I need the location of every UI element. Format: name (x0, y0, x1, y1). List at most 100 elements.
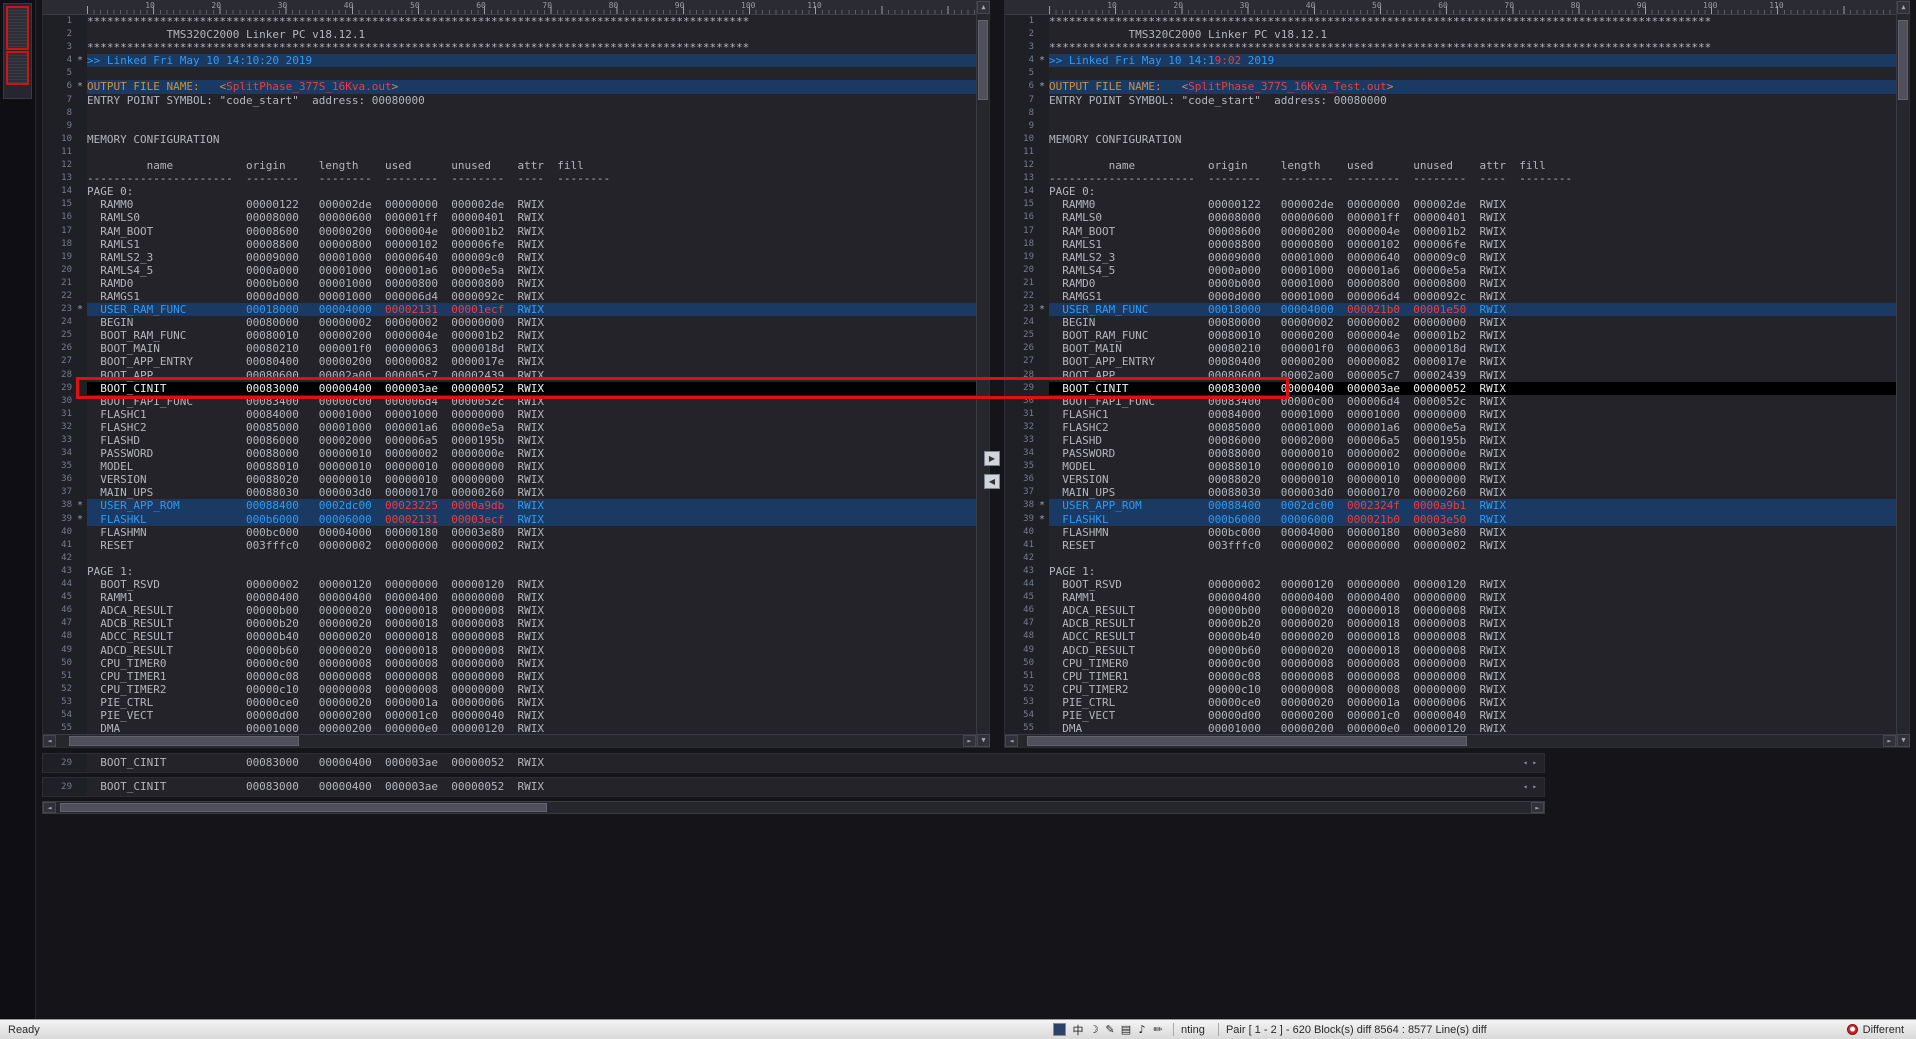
right-horizontal-scrollbar[interactable]: ◄ ► (1005, 734, 1896, 747)
code-line-8[interactable]: 8 (1005, 106, 1896, 120)
code-line-47[interactable]: 47 ADCB_RESULT 00000b20 00000020 0000001… (43, 617, 976, 631)
code-line-28[interactable]: 28 BOOT_APP 00080600 00002a00 000005c7 0… (1005, 368, 1896, 382)
code-line-14[interactable]: 14 PAGE 0: (43, 185, 976, 199)
code-line-8[interactable]: 8 (43, 106, 976, 120)
code-line-42[interactable]: 42 (1005, 551, 1896, 565)
code-line-4[interactable]: 4 * >> Linked Fri May 10 14:10:20 2019 (43, 54, 976, 68)
copy-section-right-button[interactable]: ▶ (984, 451, 1000, 466)
printer-icon[interactable]: ▤ (1118, 1023, 1134, 1036)
code-line-21[interactable]: 21 RAMD0 0000b000 00001000 00000800 0000… (43, 276, 976, 290)
pencil-icon[interactable]: ✏ (1150, 1023, 1166, 1036)
row-scroll-arrows-icon[interactable]: ◂ ▸ (1516, 754, 1544, 772)
code-line-36[interactable]: 36 VERSION 00088020 00000010 00000010 00… (1005, 473, 1896, 487)
code-line-24[interactable]: 24 BEGIN 00080000 00000002 00000002 0000… (43, 316, 976, 330)
code-line-17[interactable]: 17 RAM_BOOT 00008600 00000200 0000004e 0… (43, 224, 976, 238)
code-line-50[interactable]: 50 CPU_TIMER0 00000c00 00000008 00000008… (1005, 656, 1896, 670)
code-line-4[interactable]: 4 * >> Linked Fri May 10 14:19:02 2019 (1005, 54, 1896, 68)
code-line-18[interactable]: 18 RAMLS1 00008800 00000800 00000102 000… (1005, 237, 1896, 251)
code-line-44[interactable]: 44 BOOT_RSVD 00000002 00000120 00000000 … (1005, 578, 1896, 592)
code-line-48[interactable]: 48 ADCC_RESULT 00000b40 00000020 0000001… (43, 630, 976, 644)
code-line-55[interactable]: 55 DMA 00001000 00000200 000000e0 000001… (1005, 722, 1896, 734)
code-line-7[interactable]: 7 ENTRY POINT SYMBOL: "code_start" addres… (1005, 93, 1896, 107)
code-line-36[interactable]: 36 VERSION 00088020 00000010 00000010 00… (43, 473, 976, 487)
code-line-45[interactable]: 45 RAMM1 00000400 00000400 00000400 0000… (1005, 591, 1896, 605)
left-vertical-scrollbar[interactable]: ▲ ▼ (976, 1, 990, 747)
code-line-26[interactable]: 26 BOOT_MAIN 00080210 000001f0 00000063 … (43, 342, 976, 356)
code-line-5[interactable]: 5 (1005, 67, 1896, 81)
code-line-10[interactable]: 10 MEMORY CONFIGURATION (43, 132, 976, 146)
left-horizontal-scrollbar[interactable]: ◄ ► (43, 734, 976, 747)
scrollbar-track[interactable] (1019, 735, 1882, 747)
scrollbar-track[interactable] (57, 802, 1530, 813)
code-line-25[interactable]: 25 BOOT_RAM_FUNC 00080010 00000200 00000… (43, 329, 976, 343)
code-line-51[interactable]: 51 CPU_TIMER1 00000c08 00000008 00000008… (43, 669, 976, 683)
code-line-2[interactable]: 2 TMS320C2000 Linker PC v18.12.1 (43, 28, 976, 42)
code-line-37[interactable]: 37 MAIN_UPS 00088030 000003d0 00000170 0… (43, 486, 976, 500)
code-line-40[interactable]: 40 FLASHMN 000bc000 00004000 00000180 00… (1005, 525, 1896, 539)
left-code-area[interactable]: 1 ***************************************… (43, 15, 976, 734)
code-line-25[interactable]: 25 BOOT_RAM_FUNC 00080010 00000200 00000… (1005, 329, 1896, 343)
code-line-27[interactable]: 27 BOOT_APP_ENTRY 00080400 00000200 0000… (43, 355, 976, 369)
code-line-33[interactable]: 33 FLASHD 00086000 00002000 000006a5 000… (43, 434, 976, 448)
code-line-16[interactable]: 16 RAMLS0 00008000 00000600 000001ff 000… (43, 211, 976, 225)
scrollbar-thumb[interactable] (1898, 20, 1908, 100)
scroll-right-arrow-icon[interactable]: ► (1531, 802, 1544, 813)
code-line-29[interactable]: 29 BOOT_CINIT 00083000 00000400 000003ae… (1005, 381, 1896, 395)
code-line-16[interactable]: 16 RAMLS0 00008000 00000600 000001ff 000… (1005, 211, 1896, 225)
code-line-50[interactable]: 50 CPU_TIMER0 00000c00 00000008 00000008… (43, 656, 976, 670)
copy-section-left-button[interactable]: ◀ (984, 474, 1000, 489)
code-line-51[interactable]: 51 CPU_TIMER1 00000c08 00000008 00000008… (1005, 669, 1896, 683)
code-line-52[interactable]: 52 CPU_TIMER2 00000c10 00000008 00000008… (43, 682, 976, 696)
right-vertical-scrollbar[interactable]: ▲ ▼ (1896, 1, 1910, 747)
bottom-horizontal-scrollbar[interactable]: ◄ ► (42, 801, 1545, 814)
code-line-2[interactable]: 2 TMS320C2000 Linker PC v18.12.1 (1005, 28, 1896, 42)
code-line-54[interactable]: 54 PIE_VECT 00000d00 00000200 000001c0 0… (43, 708, 976, 723)
code-line-46[interactable]: 46 ADCA_RESULT 00000b00 00000020 0000001… (1005, 604, 1896, 618)
code-line-39[interactable]: 39 * FLASHKL 000b6000 00006000 00002131 0… (43, 512, 976, 526)
code-line-31[interactable]: 31 FLASHC1 00084000 00001000 00001000 00… (1005, 407, 1896, 421)
row-scroll-arrows-icon[interactable]: ◂ ▸ (1516, 778, 1544, 796)
code-line-46[interactable]: 46 ADCA_RESULT 00000b00 00000020 0000001… (43, 604, 976, 618)
code-line-37[interactable]: 37 MAIN_UPS 00088030 000003d0 00000170 0… (1005, 486, 1896, 500)
current-line-row[interactable]: 29 BOOT_CINIT 00083000 00000400 000003ae… (42, 753, 1545, 773)
code-line-10[interactable]: 10 MEMORY CONFIGURATION (1005, 132, 1896, 146)
code-line-53[interactable]: 53 PIE_CTRL 00000ce0 00000020 0000001a 0… (43, 695, 976, 709)
current-line-row[interactable]: 29 BOOT_CINIT 00083000 00000400 000003ae… (42, 777, 1545, 797)
scrollbar-thumb[interactable] (69, 736, 299, 746)
code-line-32[interactable]: 32 FLASHC2 00085000 00001000 000001a6 00… (43, 420, 976, 434)
scrollbar-track[interactable] (57, 735, 962, 747)
code-line-22[interactable]: 22 RAMGS1 0000d000 00001000 000006d4 000… (43, 289, 976, 304)
code-line-9[interactable]: 9 (43, 119, 976, 133)
code-line-35[interactable]: 35 MODEL 00088010 00000010 00000010 0000… (1005, 460, 1896, 474)
scrollbar-thumb[interactable] (1027, 736, 1467, 746)
code-line-34[interactable]: 34 PASSWORD 00088000 00000010 00000002 0… (1005, 447, 1896, 461)
code-line-53[interactable]: 53 PIE_CTRL 00000ce0 00000020 0000001a 0… (1005, 695, 1896, 709)
code-line-24[interactable]: 24 BEGIN 00080000 00000002 00000002 0000… (1005, 316, 1896, 330)
code-line-27[interactable]: 27 BOOT_APP_ENTRY 00080400 00000200 0000… (1005, 355, 1896, 369)
right-code-area[interactable]: 1 ***************************************… (1005, 15, 1896, 734)
code-line-28[interactable]: 28 BOOT_APP 00080600 00002a00 000005c7 0… (43, 368, 976, 382)
code-line-12[interactable]: 12 name origin length used unused attr f… (1005, 159, 1896, 173)
code-line-54[interactable]: 54 PIE_VECT 00000d00 00000200 000001c0 0… (1005, 708, 1896, 723)
scroll-up-arrow-icon[interactable]: ▲ (977, 1, 990, 14)
code-line-31[interactable]: 31 FLASHC1 00084000 00001000 00001000 00… (43, 407, 976, 421)
code-line-20[interactable]: 20 RAMLS4_5 0000a000 00001000 000001a6 0… (43, 263, 976, 277)
code-line-15[interactable]: 15 RAMM0 00000122 000002de 00000000 0000… (1005, 198, 1896, 212)
scroll-down-arrow-icon[interactable]: ▼ (977, 734, 990, 747)
scrollbar-thumb[interactable] (978, 20, 988, 100)
code-line-9[interactable]: 9 (1005, 119, 1896, 133)
file-overview-map[interactable] (3, 3, 32, 99)
code-line-22[interactable]: 22 RAMGS1 0000d000 00001000 000006d4 000… (1005, 289, 1896, 304)
code-line-26[interactable]: 26 BOOT_MAIN 00080210 000001f0 00000063 … (1005, 342, 1896, 356)
crescent-icon[interactable]: ☽ (1086, 1023, 1102, 1036)
code-line-3[interactable]: 3 ***************************************… (1005, 41, 1896, 55)
code-line-7[interactable]: 7 ENTRY POINT SYMBOL: "code_start" addres… (43, 93, 976, 107)
code-line-52[interactable]: 52 CPU_TIMER2 00000c10 00000008 00000008… (1005, 682, 1896, 696)
code-line-40[interactable]: 40 FLASHMN 000bc000 00004000 00000180 00… (43, 525, 976, 539)
code-line-23[interactable]: 23 * USER_RAM_FUNC 00018000 00004000 0000… (43, 303, 976, 317)
code-line-41[interactable]: 41 RESET 003fffc0 00000002 00000000 0000… (1005, 538, 1896, 552)
code-line-29[interactable]: 29 BOOT_CINIT 00083000 00000400 000003ae… (43, 381, 976, 395)
scroll-down-arrow-icon[interactable]: ▼ (1897, 734, 1910, 747)
code-line-39[interactable]: 39 * FLASHKL 000b6000 00006000 000021b0 0… (1005, 512, 1896, 526)
code-line-13[interactable]: 13 ---------------------- -------- ------… (1005, 172, 1896, 186)
